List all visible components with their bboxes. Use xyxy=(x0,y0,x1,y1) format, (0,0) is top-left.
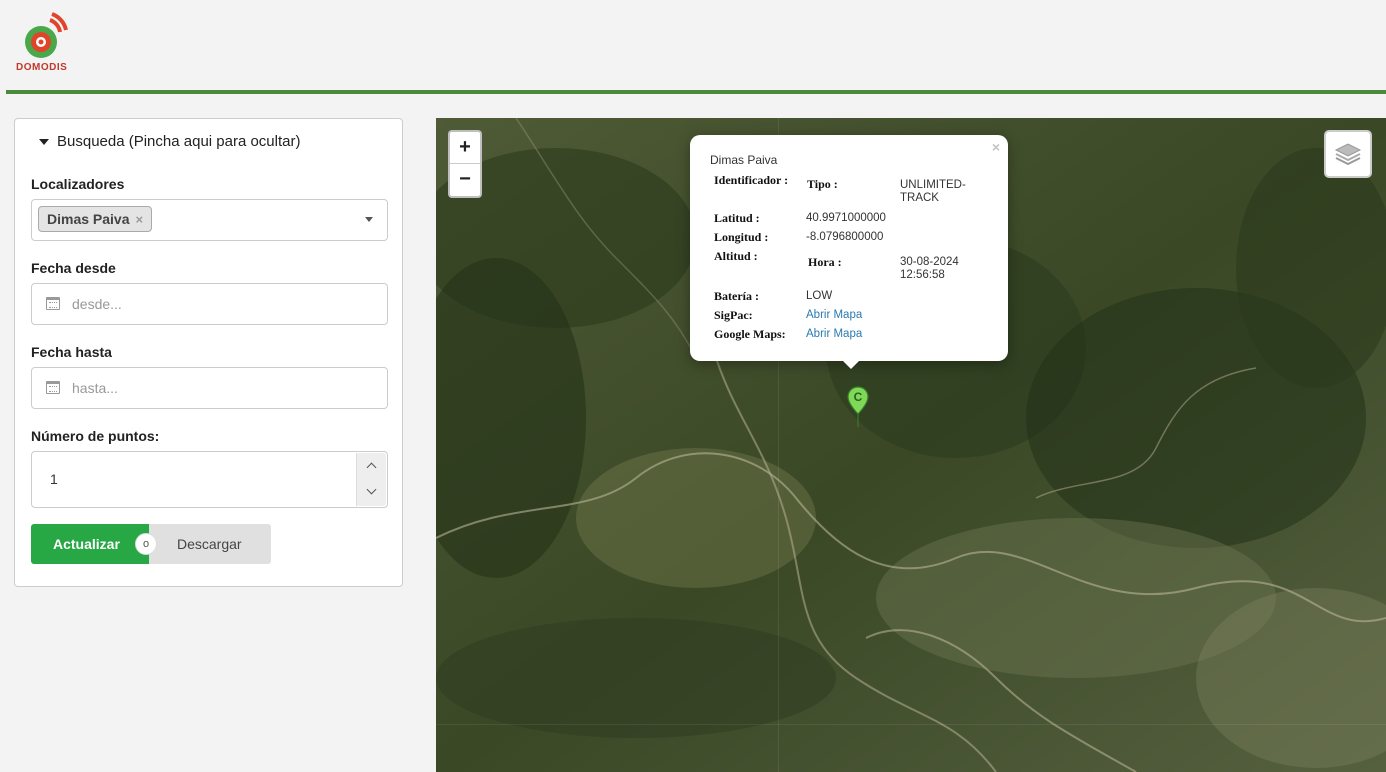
popup-device-name: Dimas Paiva xyxy=(710,153,778,167)
location-marker[interactable]: C xyxy=(847,386,869,428)
tag-remove-button[interactable]: × xyxy=(136,212,144,227)
google-maps-label: Google Maps: xyxy=(714,327,786,341)
tipo-label: Tipo : xyxy=(807,177,838,191)
tipo-value-line2: TRACK xyxy=(900,192,939,204)
hora-time: 12:56:58 xyxy=(900,269,945,281)
fecha-hasta-input[interactable]: hasta... xyxy=(31,367,388,409)
search-panel-title: Busqueda (Pincha aqui para ocultar) xyxy=(57,133,301,150)
chevron-down-icon xyxy=(366,484,376,495)
location-popup: × Dimas Paiva Identificador : Tipo : UNL… xyxy=(690,135,1008,361)
tipo-value-line1: UNLIMITED- xyxy=(900,179,966,191)
google-maps-open-map-link[interactable]: Abrir Mapa xyxy=(806,328,862,340)
numero-puntos-value: 1 xyxy=(50,471,58,487)
sigpac-label: SigPac: xyxy=(714,308,753,322)
bateria-value: LOW xyxy=(806,290,833,302)
update-button[interactable]: Actualizar xyxy=(31,524,149,564)
increment-button[interactable] xyxy=(366,461,376,473)
tile-seam xyxy=(436,724,1386,725)
logo-wordmark: DOMODIS xyxy=(16,62,68,73)
zoom-out-button[interactable]: − xyxy=(450,164,480,196)
selected-localizador-tag: Dimas Paiva × xyxy=(38,206,153,232)
decrement-button[interactable] xyxy=(366,484,376,496)
chevron-up-icon xyxy=(366,462,376,473)
sigpac-open-map-link[interactable]: Abrir Mapa xyxy=(806,309,862,321)
popup-close-button[interactable]: × xyxy=(992,139,1000,155)
download-button[interactable]: Descargar xyxy=(149,524,271,564)
latitud-label: Latitud : xyxy=(714,211,760,225)
domodis-logo[interactable]: DOMODIS xyxy=(14,8,74,78)
fecha-hasta-placeholder: hasta... xyxy=(72,380,118,396)
zoom-control: + − xyxy=(448,130,482,198)
localizadores-select[interactable]: Dimas Paiva × xyxy=(31,199,388,241)
altitud-label: Altitud : xyxy=(714,249,758,263)
calendar-icon xyxy=(46,297,60,310)
longitud-label: Longitud : xyxy=(714,230,769,244)
logo-icon xyxy=(25,12,68,58)
number-spinner xyxy=(356,453,386,506)
longitud-value: -8.0796800000 xyxy=(806,231,884,243)
fecha-desde-input[interactable]: desde... xyxy=(31,283,388,325)
or-separator: o xyxy=(135,533,157,555)
numero-puntos-label: Número de puntos: xyxy=(31,428,160,444)
app-header: DOMODIS xyxy=(0,0,1386,94)
layers-button[interactable] xyxy=(1324,130,1372,178)
fecha-desde-label: Fecha desde xyxy=(31,260,116,276)
calendar-icon xyxy=(46,381,60,394)
popup-pointer xyxy=(841,359,861,369)
search-panel-toggle[interactable]: Busqueda (Pincha aqui para ocultar) xyxy=(39,133,301,150)
zoom-in-button[interactable]: + xyxy=(450,132,480,164)
search-panel: Busqueda (Pincha aqui para ocultar) Loca… xyxy=(14,118,403,587)
caret-down-icon xyxy=(39,139,49,145)
map-pin-icon: C xyxy=(847,386,869,427)
latitud-value: 40.9971000000 xyxy=(806,212,886,224)
layers-icon xyxy=(1334,143,1362,166)
header-divider xyxy=(6,90,1386,94)
bateria-label: Batería : xyxy=(714,289,759,303)
fecha-hasta-label: Fecha hasta xyxy=(31,344,112,360)
identificador-label: Identificador : xyxy=(714,173,789,187)
localizadores-label: Localizadores xyxy=(31,176,125,192)
marker-letter: C xyxy=(854,390,863,404)
fecha-desde-placeholder: desde... xyxy=(72,296,122,312)
dropdown-arrow-icon[interactable] xyxy=(365,217,373,222)
selected-localizador-label: Dimas Paiva xyxy=(47,211,130,227)
satellite-map[interactable]: + − × Dimas Paiva Identificador : Tipo :… xyxy=(436,118,1386,772)
numero-puntos-input[interactable]: 1 xyxy=(31,451,388,508)
hora-label: Hora : xyxy=(808,255,842,269)
hora-date: 30-08-2024 xyxy=(900,256,959,268)
action-button-group: Actualizar o Descargar xyxy=(31,524,271,564)
